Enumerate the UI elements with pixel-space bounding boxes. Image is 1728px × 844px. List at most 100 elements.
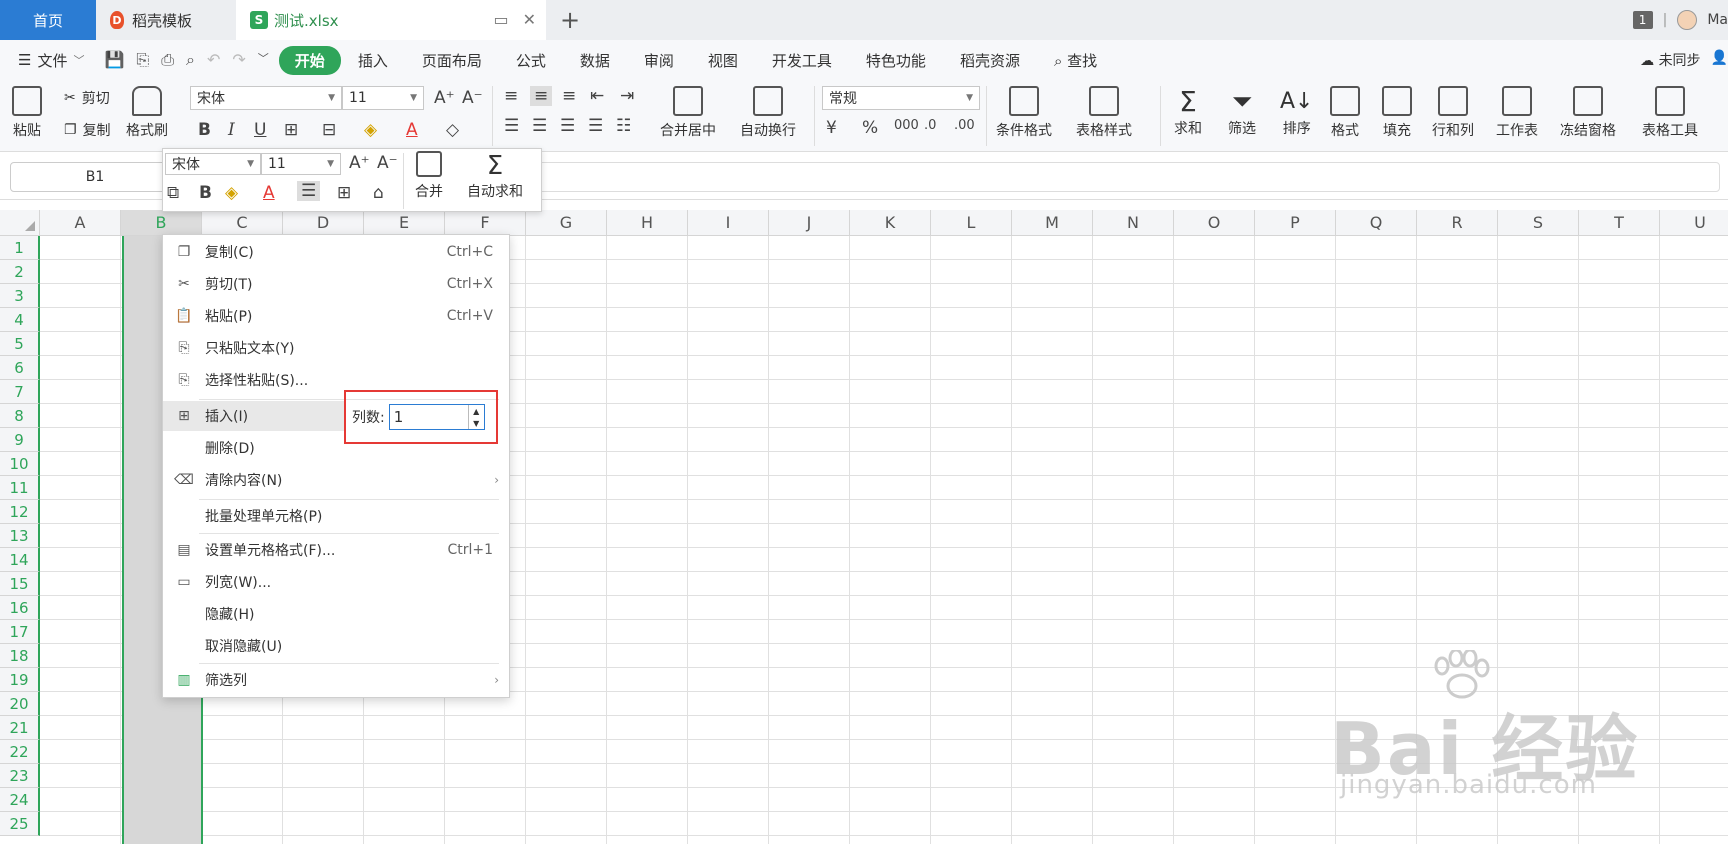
table-style-button[interactable]: 表格样式 [1076,86,1132,140]
row-header-12[interactable]: 12 [0,500,40,524]
column-header-k[interactable]: K [850,210,931,236]
tab-file[interactable]: S 测试.xlsx ▭ ✕ [236,0,546,40]
format-painter-icon[interactable]: ⧉ [167,183,179,203]
percent-icon[interactable]: % [862,118,878,138]
column-header-e[interactable]: E [364,210,445,236]
close-tab-icon[interactable]: ✕ [523,10,536,29]
row-header-22[interactable]: 22 [0,740,40,764]
tab-view[interactable]: 视图 [691,50,755,71]
avatar[interactable] [1677,10,1698,30]
row-header-9[interactable]: 9 [0,428,40,452]
spin-buttons[interactable]: ▲ ▼ [467,405,484,429]
row-header-6[interactable]: 6 [0,356,40,380]
select-all-corner[interactable] [0,210,40,236]
cut-button[interactable]: ✂ 剪切 [64,88,110,108]
row-header-16[interactable]: 16 [0,596,40,620]
column-header-u[interactable]: U [1660,210,1728,236]
row-header-10[interactable]: 10 [0,452,40,476]
row-header-8[interactable]: 8 [0,404,40,428]
menu-item-format-cells[interactable]: ▤ 设置单元格格式(F)... Ctrl+1 [163,535,509,565]
filter-button[interactable]: ⏷ 筛选 [1228,86,1256,138]
tab-features[interactable]: 特色功能 [849,50,943,71]
tab-docer[interactable]: D 稻壳模板 [96,0,236,40]
row-header-17[interactable]: 17 [0,620,40,644]
column-header-f[interactable]: F [445,210,526,236]
print-icon[interactable]: ⎙ [161,50,174,70]
align-left-icon[interactable]: ☰ [504,116,519,136]
menu-item-column-width[interactable]: ▭ 列宽(W)... [163,567,509,597]
font-color-icon[interactable]: A [406,120,418,140]
mini-merge-button[interactable]: 合并 [415,151,443,201]
row-header-23[interactable]: 23 [0,764,40,788]
new-tab-button[interactable]: + [560,6,580,34]
align-middle-icon[interactable]: ≡ [530,86,553,106]
column-header-a[interactable]: A [40,210,121,236]
copy-button[interactable]: ❐ 复制 [64,120,111,140]
format-button[interactable]: 格式 [1330,86,1360,140]
sync-status[interactable]: ☁ 未同步 [1640,50,1700,70]
decrease-font-icon[interactable]: A⁻ [462,88,483,108]
tab-data[interactable]: 数据 [563,50,627,71]
tab-developer[interactable]: 开发工具 [755,50,849,71]
table-tools-button[interactable]: 表格工具 [1642,86,1698,140]
freeze-panes-button[interactable]: 冻结窗格 [1560,86,1616,140]
fill-color-icon[interactable]: ◈ [364,120,377,140]
tab-start[interactable]: 开始 [278,45,341,75]
decrease-font-icon[interactable]: A⁻ [377,153,398,173]
column-header-j[interactable]: J [769,210,850,236]
row-header-1[interactable]: 1 [0,236,40,260]
column-header-d[interactable]: D [283,210,364,236]
menu-item-insert[interactable]: ⊞ 插入(I) [163,401,345,431]
conditional-format-button[interactable]: 条件格式 [996,86,1052,140]
sort-button[interactable]: A↓ 排序 [1280,86,1313,138]
fill-color-icon[interactable]: ◈ [225,183,238,203]
align-top-icon[interactable]: ≡ [504,86,518,106]
tab-home[interactable]: 首页 [0,0,96,40]
row-header-2[interactable]: 2 [0,260,40,284]
merge-style-icon[interactable]: ⊟ [322,120,336,140]
column-header-r[interactable]: R [1417,210,1498,236]
decrease-decimal-icon[interactable]: .00 [954,118,975,133]
row-header-3[interactable]: 3 [0,284,40,308]
mini-font-size-select[interactable]: 11 ▼ [261,153,341,175]
row-header-7[interactable]: 7 [0,380,40,404]
row-header-15[interactable]: 15 [0,572,40,596]
menu-item-paste[interactable]: 📋 粘贴(P) Ctrl+V [163,301,509,331]
wrap-text-button[interactable]: 自动换行 [740,86,796,140]
share-icon[interactable]: ⎘ [136,50,149,70]
number-format-select[interactable]: 常规 ▼ [822,86,980,110]
column-header-q[interactable]: Q [1336,210,1417,236]
menu-item-clear[interactable]: ⌫ 清除内容(N) › [163,465,509,495]
justify-icon[interactable]: ☰ [588,116,603,136]
row-header-24[interactable]: 24 [0,788,40,812]
indent-decrease-icon[interactable]: ⇤ [590,86,604,106]
tab-formulas[interactable]: 公式 [499,50,563,71]
name-box[interactable]: B1 [10,162,180,192]
merge-center-button[interactable]: 合并居中 [660,86,716,140]
column-header-c[interactable]: C [202,210,283,236]
tab-review[interactable]: 审阅 [627,50,691,71]
save-icon[interactable]: 💾 [104,50,124,70]
menu-item-cut[interactable]: ✂ 剪切(T) Ctrl+X [163,269,509,299]
column-header-h[interactable]: H [607,210,688,236]
align-center-icon[interactable]: ☰ [297,181,321,201]
menu-item-batch[interactable]: 批量处理单元格(P) [163,501,509,531]
row-header-4[interactable]: 4 [0,308,40,332]
paste-button[interactable]: 粘贴 [12,86,42,140]
chevron-down-icon[interactable]: ﹀ [258,50,269,70]
file-menu-button[interactable]: ☰ 文件 ﹀ [0,50,94,71]
row-header-25[interactable]: 25 [0,812,40,836]
column-count-stepper[interactable]: 1 ▲ ▼ [388,404,485,430]
column-header-s[interactable]: S [1498,210,1579,236]
print-preview-icon[interactable]: ⌕ [186,50,195,70]
menu-item-filter-column[interactable]: ▥ 筛选列 › [163,665,509,695]
column-header-o[interactable]: O [1174,210,1255,236]
border-icon[interactable]: ⊞ [284,120,298,140]
increase-font-icon[interactable]: A⁺ [349,153,370,173]
monitor-icon[interactable]: ▭ [493,10,508,29]
column-header-p[interactable]: P [1255,210,1336,236]
spin-up-icon[interactable]: ▲ [473,407,479,416]
column-header-l[interactable]: L [931,210,1012,236]
column-header-b[interactable]: B [121,210,202,236]
menu-item-unhide[interactable]: 取消隐藏(U) [163,631,509,661]
